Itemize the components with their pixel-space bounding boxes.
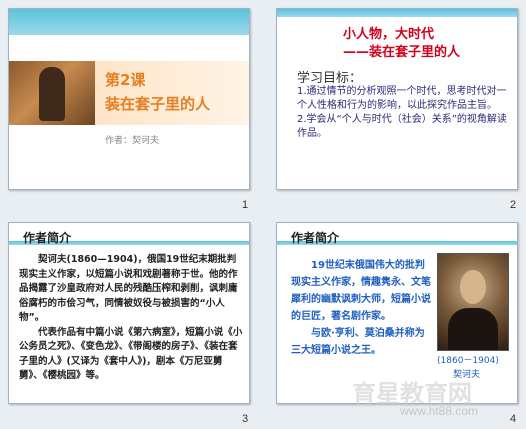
paragraph: 19世纪末俄国伟大的批判现实主义作家，情趣隽永、文笔犀利的幽默讽刺大师，短篇小说… xyxy=(291,260,431,322)
paragraph: 契诃夫(1860—1904)，俄国19世纪末期批判现实主义作家，以短篇小说和戏剧… xyxy=(19,254,238,323)
author-years: (1860－1904) xyxy=(437,356,499,366)
slide-header-band xyxy=(9,9,249,35)
watermark-url: www.ht88.com xyxy=(400,404,479,418)
slide-subheading: ——装在套子里的人 xyxy=(343,45,461,60)
slide-number: 4 xyxy=(510,413,517,425)
goal-item: 1.通过情节的分析观照一个时代，思考时代对一个人性格和行为的影响，以此探究作品主… xyxy=(297,86,507,111)
slide-title: 作者简介 xyxy=(291,231,340,245)
paragraph: 代表作品有中篇小说《第六病室》，短篇小说《小公务员之死》、《变色龙》、《带阁楼的… xyxy=(19,326,243,382)
author-line: 作者：契诃夫 xyxy=(105,136,160,146)
slide-title: 作者简介 xyxy=(23,231,72,245)
slide-number: 2 xyxy=(510,199,517,211)
paragraph: 与欧·亨利、莫泊桑并称为三大短篇小说之王。 xyxy=(291,328,425,356)
slide-thumbnail-1[interactable]: 第2课 装在套子里的人 作者：契诃夫 xyxy=(8,8,250,190)
slide-number: 3 xyxy=(242,413,249,425)
goals-text: 1.通过情节的分析观照一个时代，思考时代对一个人性格和行为的影响，以此探究作品主… xyxy=(297,85,511,141)
slide-thumbnail-2[interactable]: 小人物，大时代 ——装在套子里的人 学习目标： 1.通过情节的分析观照一个时代，… xyxy=(276,8,518,190)
author-photo xyxy=(9,61,95,125)
slide-header-band xyxy=(277,9,517,17)
slide-thumbnail-3[interactable]: 作者简介 契诃夫(1860—1904)，俄国19世纪末期批判现实主义作家，以短篇… xyxy=(8,222,250,404)
goal-item: 2.学会从“个人与时代（社会）关系”的视角解读作品。 xyxy=(297,114,507,139)
slide-body: 契诃夫(1860—1904)，俄国19世纪末期批判现实主义作家，以短篇小说和戏剧… xyxy=(19,253,243,384)
slide-body: 19世纪末俄国伟大的批判现实主义作家，情趣隽永、文笔犀利的幽默讽刺大师，短篇小说… xyxy=(291,257,431,359)
slide-heading: 小人物，大时代 xyxy=(343,27,435,42)
lesson-title: 装在套子里的人 xyxy=(105,95,211,113)
lesson-number: 第2课 xyxy=(105,71,146,89)
goals-title: 学习目标： xyxy=(297,71,363,86)
author-portrait xyxy=(437,253,509,351)
slide-number: 1 xyxy=(242,199,249,211)
